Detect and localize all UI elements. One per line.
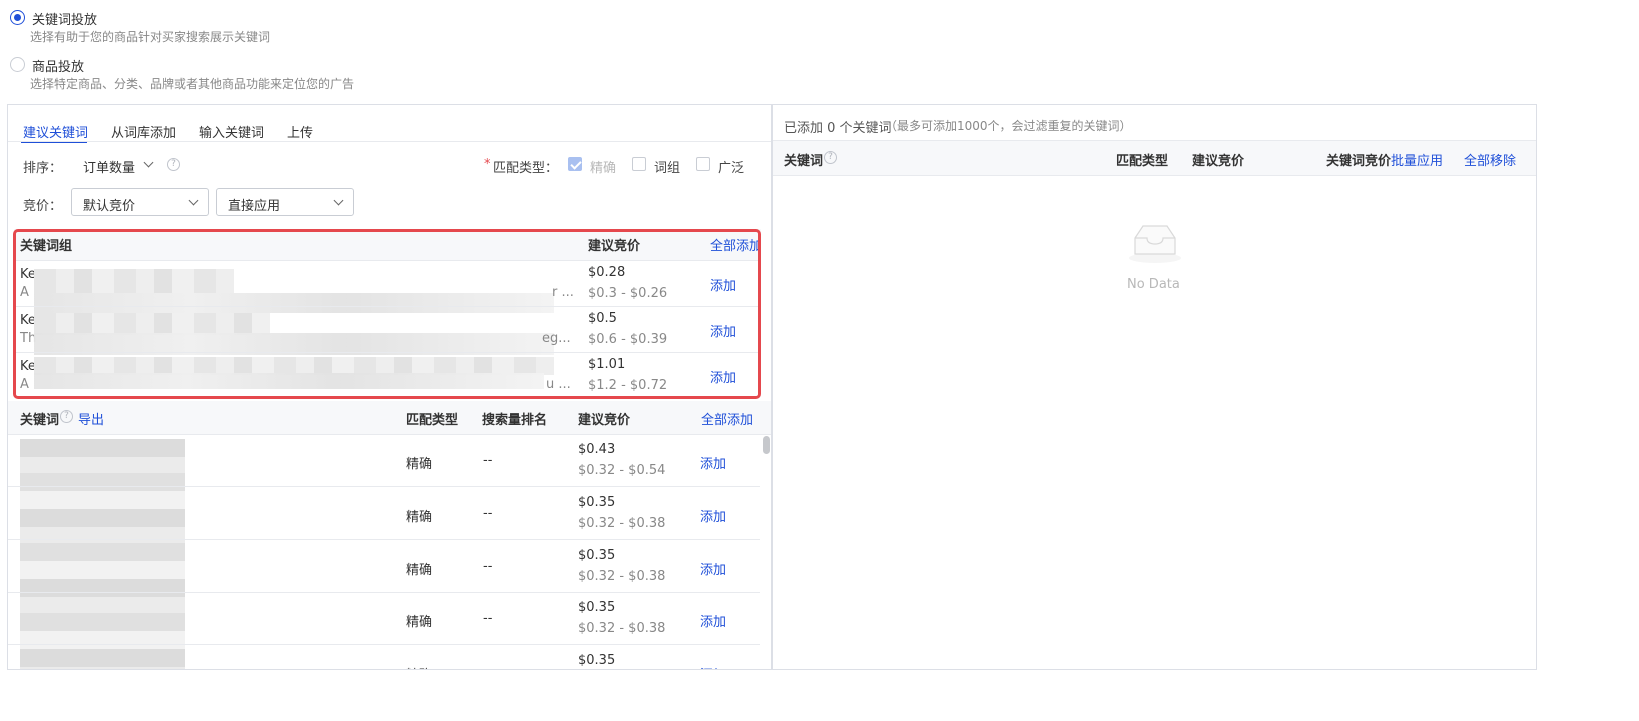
keyword-row-3-bid: $0.35 [578, 548, 616, 563]
chevron-down-icon [188, 195, 199, 206]
keyword-row-4-bid: $0.35 [578, 600, 616, 615]
keyword-row-2-match: 精确 [406, 510, 433, 525]
keyword-row-2-bid: $0.35 [578, 495, 616, 510]
keyword-suggestion-panel: 建议关键词 从词库添加 输入关键词 上传 排序： 订单数量 ? * 匹配类型： … [7, 104, 772, 670]
keyword-row-1-add-button[interactable]: 添加 [700, 453, 726, 472]
match-broad-checkbox[interactable] [696, 157, 710, 171]
keyword-targeting-title[interactable]: 关键词投放 [32, 9, 97, 28]
keyword-row-5-bid: $0.35 [578, 653, 616, 668]
match-type-label: 匹配类型： [493, 161, 559, 176]
keyword-row-3-match: 精确 [406, 563, 433, 578]
added-header-top-divider [773, 140, 1536, 141]
added-limit-note: （最多可添加1000个，会过滤重复的关键词） [885, 119, 1132, 133]
sort-chevron-down-icon[interactable] [143, 157, 154, 168]
tab-add-from-library[interactable]: 从词库添加 [111, 122, 176, 141]
keyword-row-1-bid-range: $0.32 - $0.54 [578, 463, 666, 478]
apply-mode-value: 直接应用 [228, 199, 281, 214]
keyword-row-divider [8, 644, 760, 645]
remove-all-button[interactable]: 全部移除 [1464, 150, 1516, 169]
chevron-down-icon [333, 195, 344, 206]
keyword-row-divider [8, 539, 760, 540]
match-required-star: * [484, 157, 491, 172]
match-phrase-checkbox[interactable] [632, 157, 646, 171]
bid-type-select[interactable]: 默认竞价 [71, 188, 209, 216]
added-bid-col-header: 建议竞价 [1192, 154, 1245, 169]
tab-enter-keywords[interactable]: 输入关键词 [199, 122, 264, 141]
match-exact-label: 精确 [590, 161, 617, 176]
match-broad-label[interactable]: 广泛 [718, 157, 744, 176]
keyword-bid-col-header: 关键词竞价 [1326, 154, 1392, 169]
product-targeting-title[interactable]: 商品投放 [32, 56, 84, 75]
added-keyword-help-icon[interactable]: ? [824, 151, 837, 164]
added-match-col-header: 匹配类型 [1116, 154, 1169, 169]
keyword-list-scrollbar[interactable] [763, 436, 770, 454]
keyword-row-1-bid: $0.43 [578, 442, 616, 457]
keyword-group-highlight [13, 229, 761, 399]
keyword-row-4-add-button[interactable]: 添加 [700, 611, 726, 630]
tab-upload[interactable]: 上传 [287, 122, 313, 141]
keyword-row-4-rank: -- [483, 611, 493, 626]
sort-label: 排序： [23, 161, 63, 176]
apply-mode-select[interactable]: 直接应用 [216, 188, 354, 216]
keyword-row-3-bid-range: $0.32 - $0.38 [578, 569, 666, 584]
empty-state-text: No Data [1127, 277, 1180, 292]
export-button[interactable]: 导出 [78, 409, 104, 428]
bid-col-header: 建议竞价 [578, 413, 631, 428]
keyword-col-header: 关键词 [20, 413, 60, 428]
sort-help-icon[interactable]: ? [167, 158, 180, 171]
bid-label: 竞价： [23, 199, 63, 214]
match-exact-checkbox [568, 157, 582, 171]
keyword-row-3-rank: -- [483, 559, 493, 574]
keyword-targeting-desc: 选择有助于您的商品针对买家搜索展示关键词 [30, 30, 271, 44]
match-col-header: 匹配类型 [406, 413, 459, 428]
product-targeting-radio[interactable] [10, 57, 25, 72]
keyword-row-3-add-button[interactable]: 添加 [700, 559, 726, 578]
keyword-table-header-bg [8, 401, 771, 434]
added-header-bottom-divider [773, 175, 1536, 176]
keyword-row-1-rank: -- [483, 453, 493, 468]
bid-type-value: 默认竞价 [83, 199, 136, 214]
tab-suggested-keywords[interactable]: 建议关键词 [23, 122, 88, 141]
keyword-targeting-radio[interactable] [10, 10, 25, 25]
keyword-row-1-match: 精确 [406, 457, 433, 472]
batch-apply-button[interactable]: 批量应用 [1391, 150, 1443, 169]
keyword-header-divider [8, 434, 771, 435]
keyword-help-icon[interactable]: ? [60, 410, 73, 423]
keyword-row-2-bid-range: $0.32 - $0.38 [578, 516, 666, 531]
keyword-row-5-match: 精确 [406, 664, 432, 669]
added-keywords-panel: 已添加 0 个关键词 （最多可添加1000个，会过滤重复的关键词） 关键词 ? … [772, 104, 1537, 670]
keyword-add-all-button[interactable]: 全部添加 [701, 409, 753, 428]
keyword-row-2-rank: -- [483, 506, 493, 521]
empty-inbox-icon [1129, 225, 1181, 263]
keyword-row-4-match: 精确 [406, 615, 433, 630]
keyword-row-divider [8, 486, 760, 487]
blurred-keyword-column [20, 439, 185, 669]
keyword-row-5-add-button[interactable]: 添加 [700, 664, 726, 669]
tab-divider [8, 141, 771, 142]
rank-col-header: 搜索量排名 [482, 413, 548, 428]
keyword-row-4-bid-range: $0.32 - $0.38 [578, 621, 666, 636]
added-keyword-col-header: 关键词 [784, 154, 824, 169]
keyword-row-2-add-button[interactable]: 添加 [700, 506, 726, 525]
sort-dropdown-value[interactable]: 订单数量 [83, 157, 135, 176]
keyword-row-divider [8, 592, 760, 593]
match-phrase-label[interactable]: 词组 [654, 157, 680, 176]
added-count-summary: 已添加 0 个关键词 [784, 121, 892, 136]
product-targeting-desc: 选择特定商品、分类、品牌或者其他商品功能来定位您的广告 [30, 77, 355, 91]
